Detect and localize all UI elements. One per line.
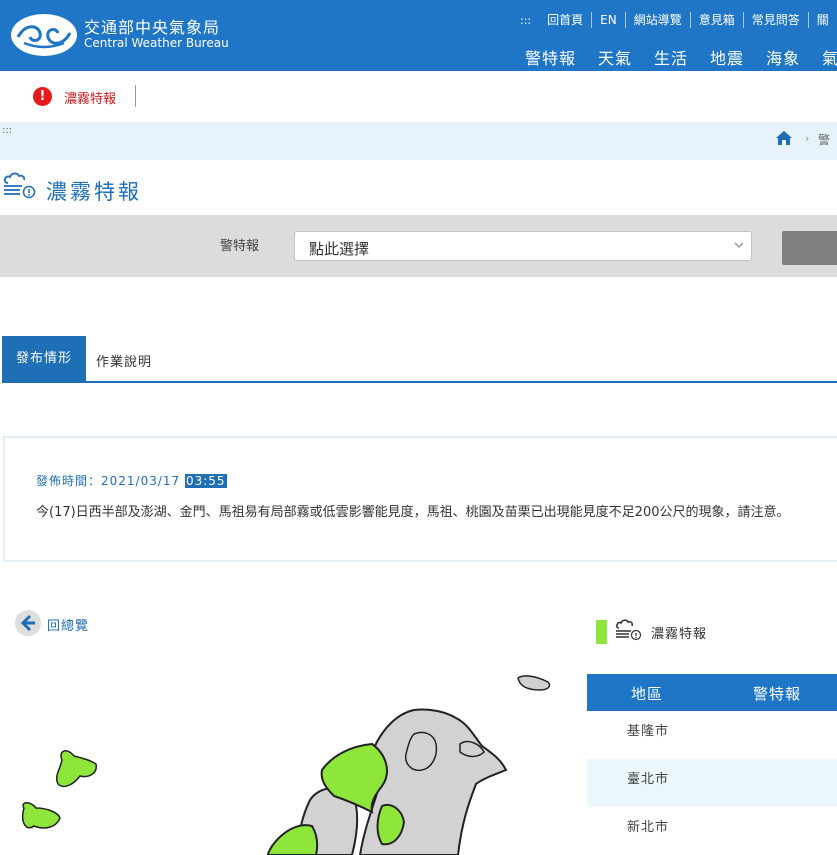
arrow-left-icon[interactable] — [15, 610, 41, 636]
legend-fog-label: 濃霧特報 — [651, 627, 708, 642]
th-warning: 警特報 — [753, 685, 802, 703]
page-title: 濃霧特報 — [46, 180, 142, 204]
link-sitemap[interactable]: 網站導覽 — [624, 12, 690, 28]
region-taipei: 臺北市 — [627, 772, 670, 787]
issue-time-prefix: 發佈時間：2021/03/17 — [36, 474, 185, 488]
table-row: 基隆市 — [587, 711, 837, 759]
select-value: 點此選擇 — [309, 240, 370, 258]
nav-weather[interactable]: 天氣 — [598, 45, 632, 69]
table-row: 新北市 — [587, 807, 837, 855]
alert-fog-link[interactable]: 濃霧特報 — [64, 88, 116, 107]
accesskey-top[interactable]: ::: — [516, 14, 539, 27]
link-related[interactable]: 關 — [807, 12, 837, 28]
map-region-matsu-north — [55, 750, 97, 788]
alert-divider — [135, 85, 136, 107]
main-nav: 警特報 天氣 生活 地震 海象 氣 — [525, 45, 837, 69]
taiwan-map — [22, 675, 551, 855]
fog-icon — [3, 172, 36, 199]
accesskey-center[interactable]: ::: — [2, 125, 12, 136]
nav-climate[interactable]: 氣 — [822, 45, 837, 69]
link-feedback[interactable]: 意見箱 — [689, 12, 743, 28]
map-region-miaoli — [266, 824, 319, 855]
bulletin-panel: 發佈時間：2021/03/17 03:55 今(17)日西半部及澎湖、金門、馬祖… — [3, 436, 837, 562]
site-header: 交通部中央氣象局 Central Weather Bureau ::: 回首頁 … — [0, 0, 837, 71]
link-faq[interactable]: 常見問答 — [742, 12, 808, 28]
link-home[interactable]: 回首頁 — [539, 12, 591, 28]
home-icon[interactable] — [775, 130, 793, 146]
th-region: 地區 — [631, 685, 664, 703]
table-row: 臺北市 — [587, 759, 837, 807]
filter-submit-button[interactable] — [782, 231, 837, 265]
issue-time-label: 發佈時間：2021/03/17 03:55 — [36, 472, 227, 489]
breadcrumb-current[interactable]: 警 — [818, 131, 830, 148]
alert-strip: ! 濃霧特報 — [0, 71, 837, 121]
exclamation-icon: ! — [33, 87, 52, 106]
tab-issued[interactable]: 發布情形 — [2, 336, 86, 382]
map-region-islet — [517, 675, 551, 691]
cwb-logo-icon[interactable] — [10, 13, 78, 57]
nav-life[interactable]: 生活 — [654, 45, 688, 69]
nav-earthquake[interactable]: 地震 — [710, 45, 744, 69]
region-new-taipei: 新北市 — [627, 820, 670, 835]
site-name-en[interactable]: Central Weather Bureau — [84, 36, 229, 50]
map-region-matsu-south — [22, 802, 61, 829]
site-name-zh[interactable]: 交通部中央氣象局 — [84, 14, 220, 38]
tab-operation-notes[interactable]: 作業說明 — [96, 351, 152, 370]
region-keelung: 基隆市 — [627, 724, 670, 739]
region-table-header: 地區 警特報 — [587, 674, 837, 711]
fog-icon — [615, 619, 642, 641]
issue-time-value: 03:55 — [184, 474, 227, 488]
chevron-down-icon — [734, 242, 744, 249]
filter-bar: 警特報 點此選擇 — [0, 215, 837, 277]
back-to-overview-link[interactable]: 回總覽 — [47, 615, 89, 634]
bulletin-text: 今(17)日西半部及澎湖、金門、馬祖易有局部霧或低雲影響能見度，馬祖、桃園及苗栗… — [36, 505, 790, 520]
nav-marine[interactable]: 海象 — [766, 45, 800, 69]
legend-fog-swatch — [596, 620, 607, 644]
breadcrumb-chevron-icon: › — [805, 132, 810, 145]
filter-label: 警特報 — [220, 239, 260, 254]
tab-underline — [2, 381, 837, 383]
breadcrumb: ::: — [0, 122, 837, 160]
utility-links: ::: 回首頁 EN 網站導覽 意見箱 常見問答 關 — [516, 12, 837, 28]
warning-select[interactable]: 點此選擇 — [294, 231, 752, 261]
nav-warnings[interactable]: 警特報 — [525, 45, 576, 69]
link-english[interactable]: EN — [591, 12, 625, 28]
